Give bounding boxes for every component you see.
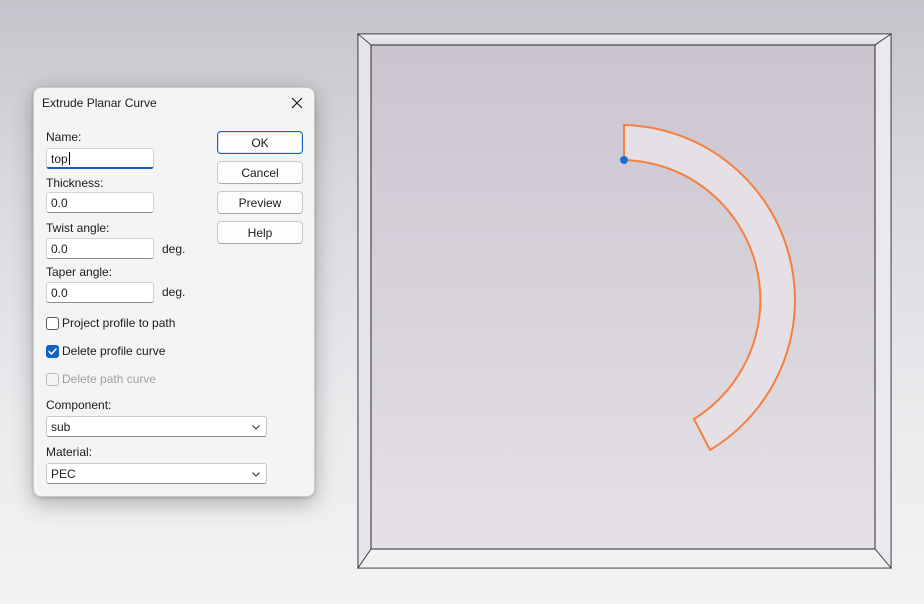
name-field-value: top [51,152,68,166]
twist-angle-unit: deg. [162,242,186,256]
cancel-button[interactable]: Cancel [217,161,303,184]
delete-profile-checkbox-row[interactable]: Delete profile curve [46,343,165,359]
box-floor [370,44,876,550]
extrude-planar-curve-dialog: Extrude Planar Curve Name: top Thickness… [33,87,315,497]
material-value: PEC [51,467,76,481]
ok-button[interactable]: OK [217,131,303,154]
thickness-field-value: 0.0 [51,196,68,210]
dialog-titlebar[interactable]: Extrude Planar Curve [34,88,314,117]
component-label: Component: [46,398,112,412]
twist-angle-field-value: 0.0 [51,242,68,256]
project-profile-checkbox-row[interactable]: Project profile to path [46,315,175,331]
taper-angle-field-value: 0.0 [51,286,68,300]
chevron-down-icon [252,472,260,477]
delete-path-checkbox [46,372,59,386]
name-field[interactable]: top [46,148,154,169]
delete-profile-label: Delete profile curve [62,344,166,358]
taper-angle-unit: deg. [162,285,186,299]
component-select[interactable]: sub [46,416,267,437]
dialog-title: Extrude Planar Curve [42,96,157,110]
name-label: Name: [46,130,82,144]
preview-button[interactable]: Preview [217,191,303,214]
close-button[interactable] [286,92,308,114]
project-profile-label: Project profile to path [62,316,176,330]
curve-start-point[interactable] [620,156,628,164]
checkmark-icon [48,347,57,355]
help-button[interactable]: Help [217,221,303,244]
box-wall-top [356,33,893,46]
component-value: sub [51,420,71,434]
close-icon [291,97,303,109]
taper-angle-field[interactable]: 0.0 [46,282,154,303]
delete-path-label: Delete path curve [62,372,157,386]
text-caret [68,152,70,165]
twist-angle-field[interactable]: 0.0 [46,238,154,259]
delete-profile-checkbox[interactable] [46,344,59,358]
delete-path-checkbox-row: Delete path curve [46,371,156,387]
twist-angle-label: Twist angle: [46,221,110,235]
thickness-field[interactable]: 0.0 [46,192,154,213]
material-label: Material: [46,445,93,459]
box-wall-bottom [357,548,892,569]
project-profile-checkbox[interactable] [46,316,59,330]
box-wall-left [357,33,372,570]
box-wall-right [874,33,892,570]
thickness-label: Thickness: [46,176,104,190]
taper-angle-label: Taper angle: [46,265,113,279]
chevron-down-icon [252,425,260,430]
material-select[interactable]: PEC [46,463,267,484]
bounding-box [356,33,893,570]
